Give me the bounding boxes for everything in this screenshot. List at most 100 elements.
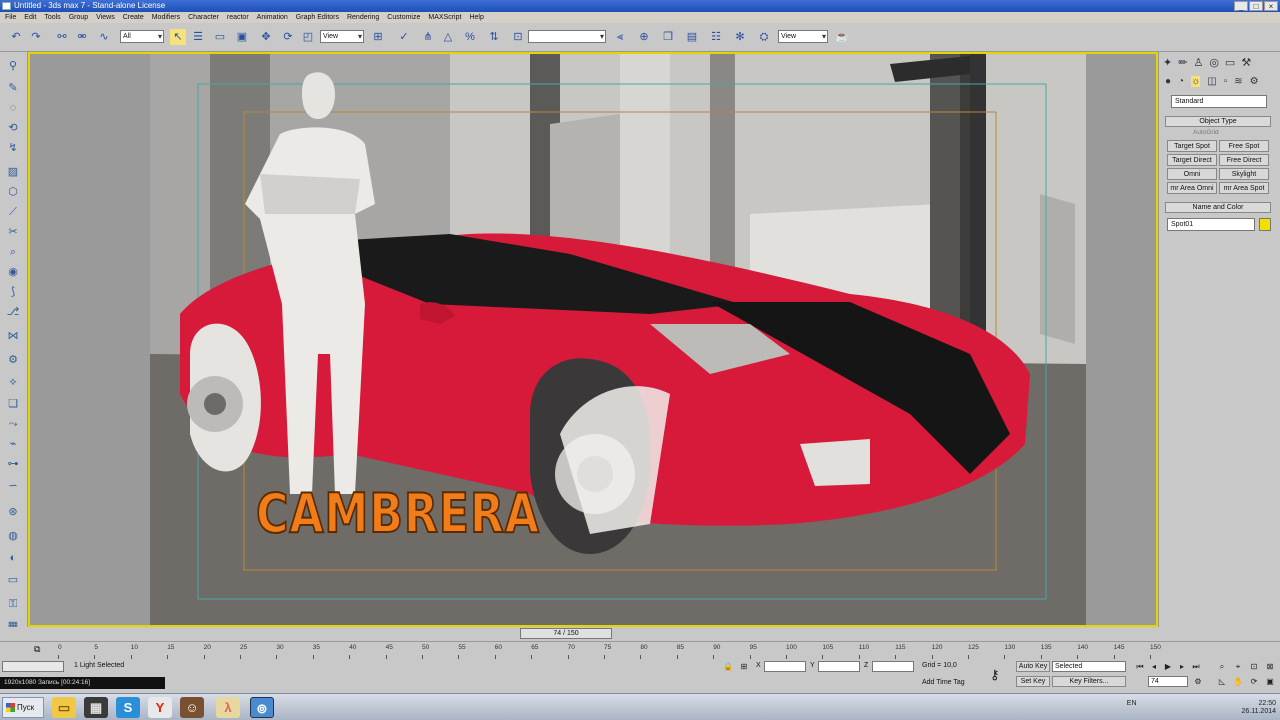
tool-icon-7[interactable]: ⬡	[5, 184, 21, 200]
menu-tools[interactable]: Tools	[44, 12, 60, 23]
tool-icon-1[interactable]: ⚲	[5, 58, 21, 74]
tool-icon-6[interactable]: ▨	[5, 164, 21, 180]
lock-selection-icon[interactable]: 🔒	[722, 661, 734, 672]
autogrid-checkbox[interactable]: AutoGrid	[1193, 129, 1219, 136]
tool-icon-13[interactable]: ⎇	[5, 304, 21, 320]
go-to-start-icon[interactable]: ⏮	[1134, 661, 1146, 672]
previous-frame-icon[interactable]: ◂	[1148, 661, 1160, 672]
menu-edit[interactable]: Edit	[24, 12, 36, 23]
window-crossing-icon[interactable]: ▣	[234, 29, 250, 45]
3dsmax-task-icon[interactable]: ⊚	[250, 697, 274, 718]
quick-render-icon[interactable]: ☕	[834, 29, 850, 45]
zoom-icon[interactable]: ⌕	[1216, 661, 1228, 672]
align-icon[interactable]: ⊕	[636, 29, 652, 45]
select-by-name-icon[interactable]: ☰	[190, 29, 206, 45]
tool-icon-23[interactable]: ◍	[5, 528, 21, 544]
pivot-center-icon[interactable]: ⊞	[370, 29, 386, 45]
tool-icon-18[interactable]: ⤳	[5, 416, 21, 432]
language-indicator[interactable]: EN	[1127, 700, 1137, 707]
select-manipulate-icon[interactable]: ✓	[396, 29, 412, 45]
go-to-end-icon[interactable]: ⏭	[1190, 661, 1202, 672]
layer-manager-icon[interactable]: ❐	[660, 29, 676, 45]
menu-help[interactable]: Help	[469, 12, 483, 23]
percent-snap-icon[interactable]: %	[462, 29, 478, 45]
mirror-icon[interactable]: ⫷	[612, 29, 628, 45]
tool-icon-9[interactable]: ✂	[5, 224, 21, 240]
menu-views[interactable]: Views	[96, 12, 115, 23]
menu-animation[interactable]: Animation	[257, 12, 288, 23]
menu-graph-editors[interactable]: Graph Editors	[296, 12, 339, 23]
mr-area-spot-button[interactable]: mr Area Spot	[1219, 182, 1269, 194]
modify-tab-icon[interactable]: ✏	[1178, 56, 1187, 69]
menu-file[interactable]: File	[5, 12, 16, 23]
tool-icon-5[interactable]: ↯	[5, 140, 21, 156]
minimize-button[interactable]: _	[1234, 1, 1248, 11]
snap-toggle-icon[interactable]: ⋔	[420, 29, 436, 45]
media-icon[interactable]: ▦	[84, 697, 108, 718]
object-color-swatch[interactable]	[1259, 218, 1271, 231]
angle-snap-icon[interactable]: △	[440, 29, 456, 45]
rectangle-selection-icon[interactable]: ▭	[212, 29, 228, 45]
hierarchy-tab-icon[interactable]: ♙	[1193, 56, 1203, 69]
unlink-icon[interactable]: ⚮	[74, 29, 90, 45]
tool-icon-16[interactable]: ⟡	[5, 374, 21, 390]
tool-icon-24[interactable]: ◐	[5, 550, 21, 566]
track-bar[interactable]: ⧉ 0 5 10 15 20 25 30 35 40 45 50 55 60 65 70 75 80 85 90 95…	[0, 641, 1280, 659]
menu-group[interactable]: Group	[69, 12, 88, 23]
space-warps-icon[interactable]: ≋	[1234, 76, 1242, 87]
render-scene-icon[interactable]: ⛭	[756, 29, 772, 45]
systems-icon[interactable]: ⚙	[1250, 76, 1259, 87]
object-name-field[interactable]: Spot01	[1167, 218, 1255, 231]
tool-icon-17[interactable]: ❏	[5, 396, 21, 412]
tool-icon-3[interactable]: ◌	[5, 100, 21, 116]
add-time-tag[interactable]: Add Time Tag	[922, 679, 965, 686]
link-icon[interactable]: ⚯	[54, 29, 70, 45]
half-life-icon[interactable]: λ	[216, 697, 240, 718]
maxscript-listener-field[interactable]	[2, 661, 64, 672]
yandex-icon[interactable]: Y	[148, 697, 172, 718]
helpers-icon[interactable]: ▫	[1224, 76, 1228, 87]
time-config-icon[interactable]: ⚙	[1192, 676, 1204, 687]
name-and-color-rollout[interactable]: Name and Color	[1165, 202, 1271, 213]
explorer-icon[interactable]: ▭	[52, 697, 76, 718]
tool-icon-4[interactable]: ⟲	[5, 120, 21, 136]
menu-character[interactable]: Character	[188, 12, 219, 23]
redo-icon[interactable]: ↷	[28, 29, 44, 45]
cameras-icon[interactable]: ◫	[1207, 76, 1216, 87]
maximize-viewport-icon[interactable]: ▣	[1264, 676, 1276, 687]
object-type-rollout[interactable]: Object Type	[1165, 116, 1271, 127]
free-direct-button[interactable]: Free Direct	[1219, 154, 1269, 166]
time-slider[interactable]: 74 / 150	[0, 627, 1280, 641]
omni-button[interactable]: Omni	[1167, 168, 1217, 180]
tool-icon-12[interactable]: ⟆	[5, 284, 21, 300]
tool-icon-2[interactable]: ✎	[5, 80, 21, 96]
key-icon[interactable]: ⚷	[990, 667, 1000, 683]
geometry-icon[interactable]: ●	[1165, 76, 1171, 87]
target-spot-button[interactable]: Target Spot	[1167, 140, 1217, 152]
auto-key-button[interactable]: Auto Key	[1016, 661, 1050, 672]
tool-icon-25[interactable]: ▭	[5, 572, 21, 588]
material-editor-icon[interactable]: ✻	[732, 29, 748, 45]
time-slider-handle[interactable]: 74 / 150	[520, 628, 612, 639]
pan-icon[interactable]: ✋	[1232, 676, 1244, 687]
free-spot-button[interactable]: Free Spot	[1219, 140, 1269, 152]
schematic-view-icon[interactable]: ☷	[708, 29, 724, 45]
menu-rendering[interactable]: Rendering	[347, 12, 379, 23]
tool-icon-15[interactable]: ⚙	[5, 352, 21, 368]
skype-icon[interactable]: S	[116, 697, 140, 718]
named-selection-dropdown[interactable]	[528, 30, 606, 43]
create-tab-icon[interactable]: ✦	[1163, 56, 1172, 69]
light-category-dropdown[interactable]: Standard	[1171, 95, 1267, 108]
tool-icon-14[interactable]: ⋈	[5, 328, 21, 344]
menu-maxscript[interactable]: MAXScript	[428, 12, 461, 23]
orbit-icon[interactable]: ⟳	[1248, 676, 1260, 687]
key-mode-dropdown[interactable]: Selected	[1052, 661, 1126, 672]
menu-customize[interactable]: Customize	[387, 12, 420, 23]
named-selection-icon[interactable]: ⊡	[510, 29, 526, 45]
tool-icon-20[interactable]: ⊶	[5, 456, 21, 472]
y-coordinate-field[interactable]	[818, 661, 860, 672]
set-key-button[interactable]: Set Key	[1016, 676, 1050, 687]
utilities-tab-icon[interactable]: ⚒	[1241, 56, 1251, 69]
render-type-dropdown[interactable]: View	[778, 30, 828, 43]
menu-create[interactable]: Create	[123, 12, 144, 23]
